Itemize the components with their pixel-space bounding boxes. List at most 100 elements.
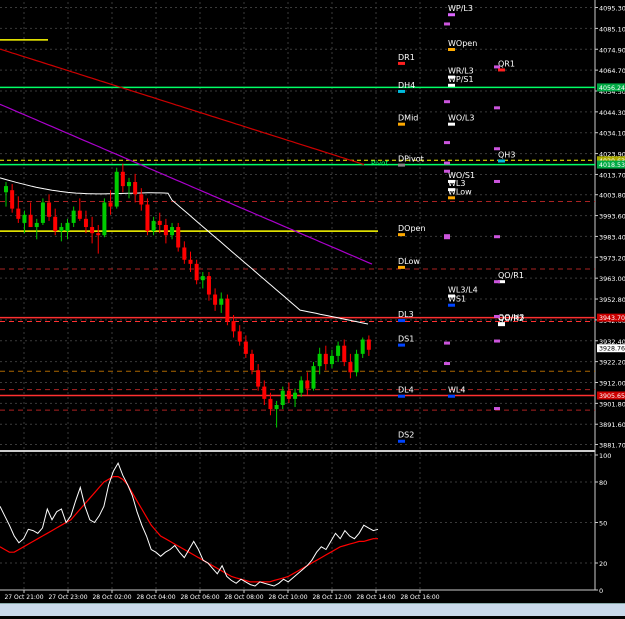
candle-body bbox=[170, 227, 175, 236]
candle-body bbox=[256, 370, 261, 387]
level-label: DL4 bbox=[398, 386, 414, 395]
level-marker bbox=[398, 319, 405, 323]
time-tick-label: 28 Oct 04:00 bbox=[136, 594, 175, 601]
price-tick-label: 3993.60 bbox=[599, 213, 625, 221]
level-label: DS2 bbox=[398, 431, 414, 440]
level-label: WS1 bbox=[448, 295, 466, 304]
level-marker bbox=[398, 394, 405, 398]
level-marker bbox=[398, 61, 405, 65]
rsi-tick-label: 100 bbox=[599, 452, 611, 460]
candle-body bbox=[311, 366, 316, 389]
price-tick-label: 4044.30 bbox=[599, 109, 625, 117]
candle-body bbox=[237, 331, 242, 342]
candle-body bbox=[200, 276, 205, 281]
candle-body bbox=[120, 171, 125, 187]
candle-body bbox=[268, 398, 273, 410]
candle-body bbox=[329, 355, 334, 365]
candle-body bbox=[163, 224, 168, 236]
price-tick-label: 3901.80 bbox=[599, 400, 625, 408]
candle-body bbox=[348, 362, 353, 373]
level-label: QH3 bbox=[498, 150, 515, 159]
quarterly-dot bbox=[494, 280, 500, 284]
chart-svg[interactable]: DR1 DH4 DMid DPivot DOpen DLow DL3 DS1 DL4 DS2 WP/… bbox=[0, 0, 625, 615]
level-marker bbox=[448, 13, 455, 17]
status-bar bbox=[0, 603, 625, 616]
time-tick-label: 28 Oct 02:00 bbox=[92, 594, 131, 601]
trading-chart[interactable]: DR1 DH4 DMid DPivot DOpen DLow DL3 DS1 DL4 DS2 WP/… bbox=[0, 0, 625, 615]
level-label: DS1 bbox=[398, 335, 414, 344]
candle-body bbox=[262, 386, 267, 399]
level-marker bbox=[448, 196, 455, 200]
price-label-text: 3928.76 bbox=[599, 346, 625, 353]
level-marker bbox=[498, 159, 505, 163]
price-tick-label: 4085.10 bbox=[599, 25, 625, 33]
quarterly-dot bbox=[494, 235, 500, 239]
quarterly-dot bbox=[494, 179, 500, 183]
level-marker bbox=[398, 343, 405, 347]
level-label: WL4 bbox=[448, 386, 465, 395]
level-label: WOpen bbox=[448, 39, 477, 48]
candle-body bbox=[71, 210, 76, 223]
level-marker bbox=[398, 122, 405, 126]
weekly-dot bbox=[444, 341, 450, 345]
rsi-tick-label: 20 bbox=[599, 560, 607, 568]
level-label: QR1 bbox=[498, 59, 515, 68]
level-label: DOpen bbox=[398, 224, 426, 233]
candle-body bbox=[77, 210, 82, 219]
level-label: DH4 bbox=[398, 81, 415, 90]
level-marker bbox=[448, 83, 455, 87]
price-tick-label: 3912.00 bbox=[599, 379, 625, 387]
candle-body bbox=[305, 380, 310, 389]
level-marker bbox=[398, 163, 405, 167]
level-label: WLow bbox=[448, 187, 472, 196]
candle-body bbox=[157, 220, 162, 225]
quarterly-dot bbox=[494, 339, 500, 343]
candle-body bbox=[59, 227, 64, 232]
candle-body bbox=[176, 227, 181, 248]
level-marker bbox=[448, 122, 455, 126]
candle-body bbox=[206, 276, 211, 295]
level-label: DL3 bbox=[398, 310, 414, 319]
level-marker bbox=[448, 394, 455, 398]
price-tick-label: 3973.20 bbox=[599, 254, 625, 262]
level-marker bbox=[498, 323, 505, 327]
weekly-dot bbox=[444, 22, 450, 26]
candle-body bbox=[280, 390, 285, 405]
candle-body bbox=[213, 294, 218, 305]
candle-body bbox=[299, 380, 304, 393]
candle-body bbox=[366, 339, 371, 350]
level-label: WO/L3 bbox=[448, 114, 474, 123]
pivot-tag: Pivot bbox=[371, 160, 388, 168]
price-tick-label: 3922.20 bbox=[599, 359, 625, 367]
candle-body bbox=[127, 182, 131, 187]
price-tick-label: 4013.70 bbox=[599, 171, 625, 179]
rsi-tick-label: 80 bbox=[599, 479, 607, 487]
candle-body bbox=[102, 202, 107, 236]
level-marker bbox=[448, 303, 455, 307]
candle-body bbox=[53, 216, 58, 232]
level-marker bbox=[398, 233, 405, 237]
price-tick-label: 4034.10 bbox=[599, 130, 625, 138]
level-label: WP/L3 bbox=[448, 4, 473, 13]
candle-body bbox=[342, 345, 347, 363]
candle-body bbox=[225, 298, 230, 322]
candle-body bbox=[47, 202, 52, 217]
price-tick-label: 4064.70 bbox=[599, 67, 625, 75]
candle-body bbox=[286, 390, 291, 399]
candle-body bbox=[336, 345, 341, 356]
candle-body bbox=[10, 190, 15, 209]
level-label: DPivot bbox=[398, 155, 424, 164]
level-label: DLow bbox=[398, 257, 420, 266]
price-tick-label: 3983.40 bbox=[599, 233, 625, 241]
level-label: QO/R2 bbox=[498, 314, 524, 323]
weekly-dot bbox=[444, 161, 450, 165]
price-label-text: 4018.53 bbox=[599, 162, 625, 169]
time-tick-label: 27 Oct 23:00 bbox=[48, 594, 87, 601]
rsi-tick-label: 0 bbox=[599, 587, 603, 595]
time-tick-label: 28 Oct 12:00 bbox=[312, 594, 351, 601]
candle-body bbox=[139, 194, 144, 205]
candle-body bbox=[323, 353, 328, 365]
candle-body bbox=[22, 214, 27, 223]
price-tick-label: 3881.70 bbox=[599, 441, 625, 449]
quarterly-dot bbox=[494, 314, 500, 318]
